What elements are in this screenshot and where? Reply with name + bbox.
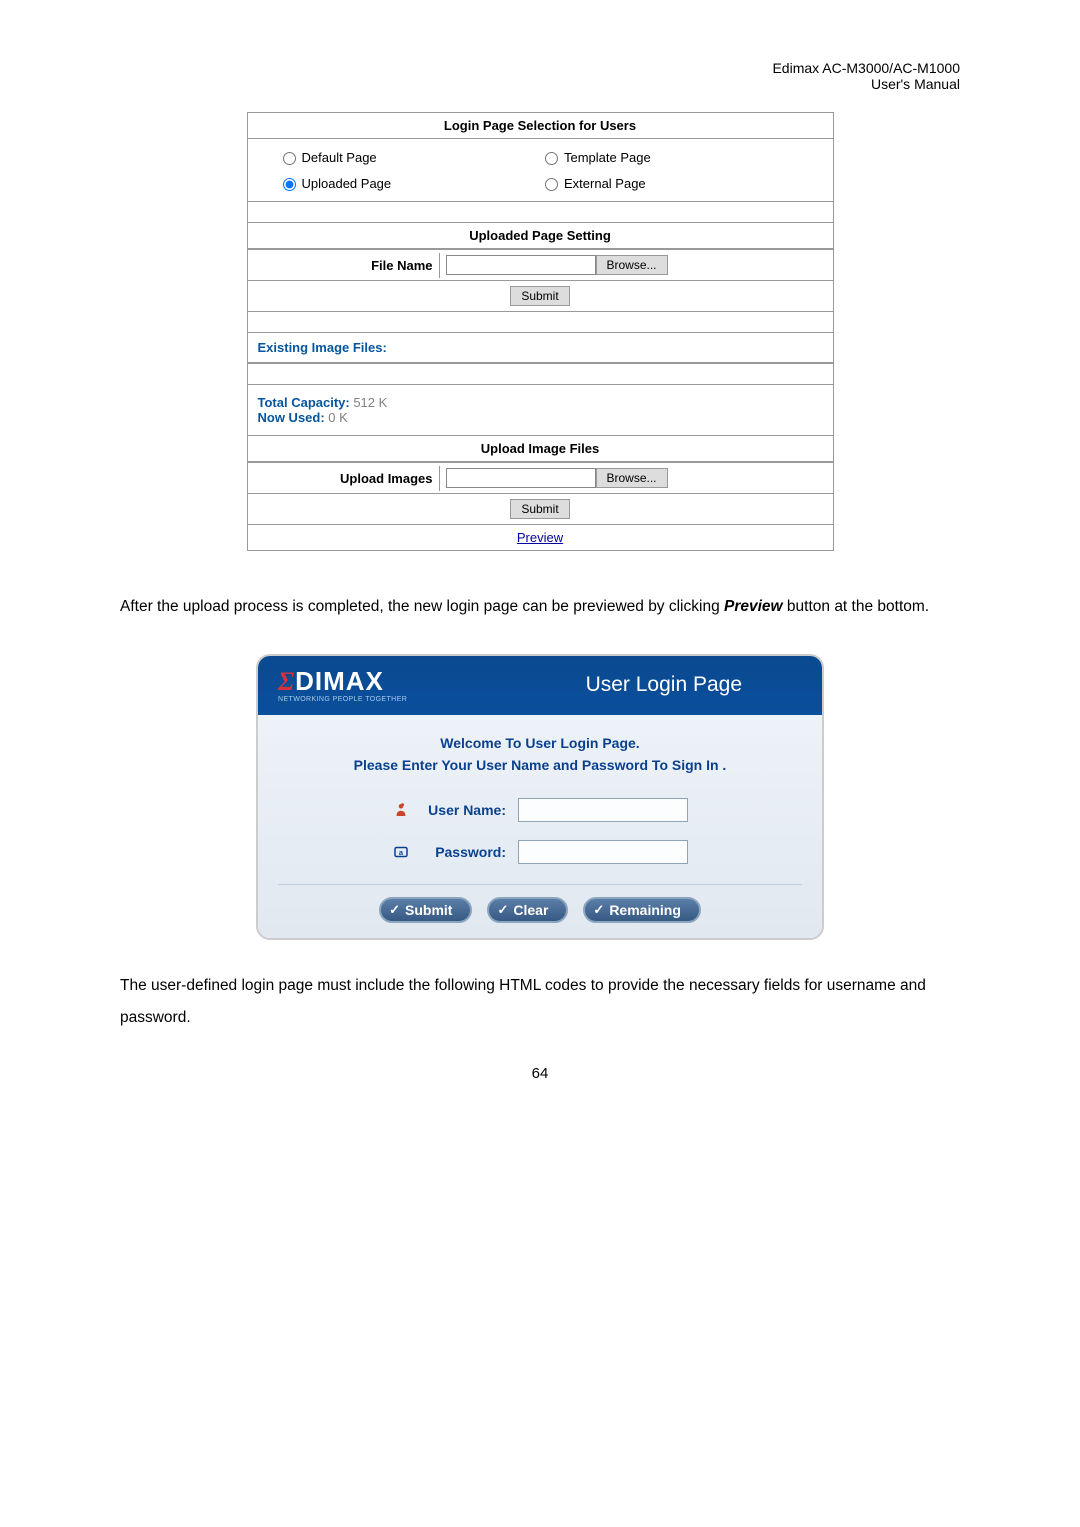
- check-icon: ✓: [389, 902, 400, 918]
- doc-type: User's Manual: [871, 76, 960, 92]
- login-preview-panel: ΣDIMAX NETWORKING PEOPLE TOGETHER User L…: [256, 654, 824, 940]
- username-label: User Name:: [416, 802, 506, 818]
- capacity-info: Total Capacity: 512 K Now Used: 0 K: [248, 384, 833, 435]
- check-icon: ✓: [593, 902, 604, 918]
- total-capacity-label: Total Capacity:: [258, 395, 350, 410]
- username-input[interactable]: [518, 798, 688, 822]
- radio-default-label: Default Page: [302, 150, 377, 165]
- login-selection-header: Login Page Selection for Users: [248, 112, 833, 139]
- paragraph-2: The user-defined login page must include…: [120, 970, 960, 1035]
- existing-images-header: Existing Image Files:: [248, 332, 833, 363]
- radio-template-label: Template Page: [564, 150, 651, 165]
- clear-login-button[interactable]: ✓ Clear: [487, 897, 568, 923]
- radio-uploaded-label: Uploaded Page: [302, 176, 392, 191]
- now-used-label: Now Used:: [258, 410, 325, 425]
- uploaded-setting-header: Uploaded Page Setting: [248, 222, 833, 249]
- login-page-title: User Login Page: [586, 673, 802, 697]
- submit-images-button[interactable]: Submit: [510, 499, 569, 519]
- radio-external[interactable]: [545, 178, 558, 191]
- edimax-logo: ΣDIMAX NETWORKING PEOPLE TOGETHER: [278, 668, 407, 703]
- radio-template[interactable]: [545, 152, 558, 165]
- svg-text:a: a: [399, 848, 404, 857]
- radio-default[interactable]: [283, 152, 296, 165]
- password-input[interactable]: [518, 840, 688, 864]
- upload-images-input[interactable]: [446, 468, 596, 488]
- instruct-text: Please Enter Your User Name and Password…: [278, 757, 802, 773]
- page-number: 64: [120, 1065, 960, 1082]
- upload-image-header: Upload Image Files: [248, 435, 833, 462]
- paragraph-1: After the upload process is completed, t…: [120, 591, 960, 624]
- submit-login-button[interactable]: ✓ Submit: [379, 897, 472, 923]
- user-icon: [392, 801, 410, 819]
- browse-images-button[interactable]: Browse...: [596, 468, 668, 488]
- submit-file-button[interactable]: Submit: [510, 286, 569, 306]
- doc-header: Edimax AC-M3000/AC-M1000 User's Manual: [120, 60, 960, 92]
- config-panel: Login Page Selection for Users Default P…: [247, 112, 834, 551]
- total-capacity-value: 512 K: [350, 395, 388, 410]
- remaining-button[interactable]: ✓ Remaining: [583, 897, 700, 923]
- browse-file-button[interactable]: Browse...: [596, 255, 668, 275]
- radio-uploaded[interactable]: [283, 178, 296, 191]
- file-name-input[interactable]: [446, 255, 596, 275]
- edimax-tagline: NETWORKING PEOPLE TOGETHER: [278, 696, 407, 703]
- welcome-text: Welcome To User Login Page.: [278, 735, 802, 751]
- now-used-value: 0 K: [325, 410, 348, 425]
- radio-external-label: External Page: [564, 176, 646, 191]
- upload-images-label: Upload Images: [248, 466, 440, 491]
- file-name-label: File Name: [248, 253, 440, 278]
- password-icon: a: [392, 843, 410, 861]
- preview-link[interactable]: Preview: [517, 530, 563, 545]
- check-icon: ✓: [497, 902, 508, 918]
- product-name: Edimax AC-M3000/AC-M1000: [772, 60, 960, 76]
- password-label: Password:: [416, 844, 506, 860]
